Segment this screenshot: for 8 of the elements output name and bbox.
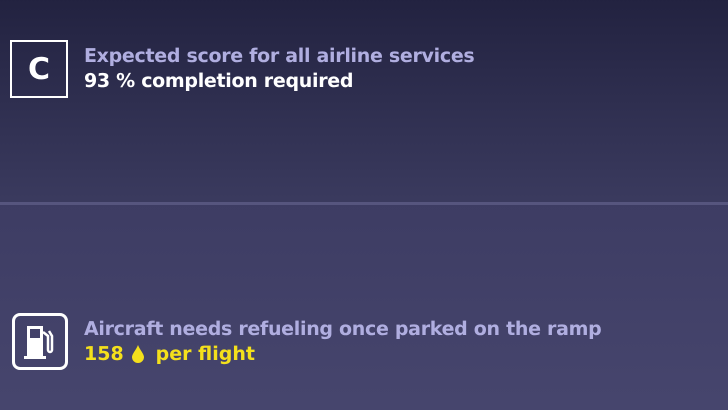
fuel-pump-icon — [24, 324, 56, 360]
requirement-title: Expected score for all airline services — [84, 44, 474, 69]
requirement-title: Aircraft needs refueling once parked on the ramp — [84, 316, 602, 342]
grade-badge: C — [10, 40, 68, 98]
fuel-amount: 158 — [84, 342, 124, 366]
requirement-detail: 93 % completion required — [84, 69, 354, 94]
fuel-suffix: per flight — [156, 342, 255, 366]
drop-icon — [132, 344, 144, 363]
